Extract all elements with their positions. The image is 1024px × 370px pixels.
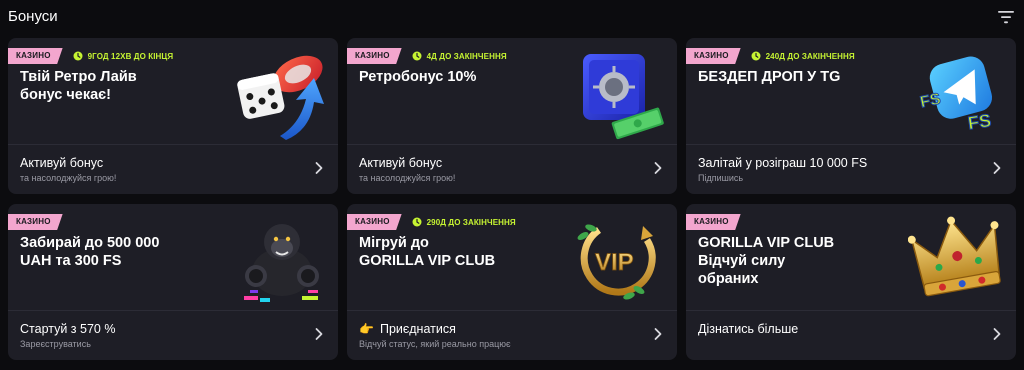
timer: 9ГОД 12ХВ ДО КІНЦЯ [73, 51, 174, 61]
title-line: БЕЗДЕП ДРОП У TG [698, 69, 841, 85]
title-line: Мігруй до [359, 235, 429, 251]
bonus-card-tg-drop[interactable]: КАЗИНО 240Д ДО ЗАКІНЧЕННЯ БЕЗДЕП ДРОП У … [686, 38, 1016, 194]
category-badge: КАЗИНО [8, 214, 63, 230]
clock-icon [73, 51, 83, 61]
gorilla-icon [244, 224, 319, 302]
title-line: Забирай до 500 000 [20, 235, 160, 251]
bonus-grid: КАЗИНО 9ГОД 12ХВ ДО КІНЦЯ Твій Ретро Лай… [8, 38, 1016, 360]
action-subtitle: та насолоджуйся грою! [359, 173, 456, 183]
card-header: КАЗИНО GORILLA VIP CLUB Відчуй силу обра… [686, 204, 1016, 310]
telegram-fs-icon: FS FS [918, 56, 993, 134]
chevron-right-icon[interactable] [653, 327, 663, 341]
chevron-right-icon[interactable] [992, 161, 1002, 175]
category-badge: КАЗИНО [347, 48, 402, 64]
action-label[interactable]: Приєднатися [380, 322, 456, 336]
chevron-right-icon[interactable] [653, 161, 663, 175]
card-footer[interactable]: Стартуй з 570 % Зареєструватись [8, 311, 338, 360]
page-header: Бонуси [0, 0, 1024, 34]
svg-text:FS: FS [967, 110, 993, 133]
card-header: КАЗИНО 4Д ДО ЗАКІНЧЕННЯ Ретробонус 10% [347, 38, 677, 144]
category-badge: КАЗИНО [347, 214, 402, 230]
timer: 4Д ДО ЗАКІНЧЕННЯ [412, 51, 507, 61]
badge-row: КАЗИНО 240Д ДО ЗАКІНЧЕННЯ [686, 48, 855, 64]
badge-row: КАЗИНО [8, 214, 63, 230]
action-label[interactable]: Активуй бонус [359, 156, 442, 170]
title-line: бонус чекає! [20, 87, 112, 103]
dice-and-chip-icon [237, 55, 324, 140]
chevron-right-icon[interactable] [992, 327, 1002, 341]
clock-icon [412, 217, 422, 227]
card-header: КАЗИНО Забирай до 500 000 UAH та 300 FS [8, 204, 338, 310]
badge-row: КАЗИНО 4Д ДО ЗАКІНЧЕННЯ [347, 48, 507, 64]
title-line: Відчуй силу [698, 253, 786, 269]
title-line: GORILLA VIP CLUB [359, 253, 496, 269]
category-badge: КАЗИНО [686, 48, 741, 64]
action-subtitle: Зареєструватись [20, 339, 91, 349]
timer-text: 4Д ДО ЗАКІНЧЕННЯ [426, 51, 507, 61]
title-line: Твій Ретро Лайв [20, 69, 137, 85]
card-header: КАЗИНО 290Д ДО ЗАКІНЧЕННЯ Мігруй до GORI… [347, 204, 677, 310]
category-badge: КАЗИНО [686, 214, 741, 230]
action-label[interactable]: Стартуй з 570 % [20, 322, 115, 336]
action-button[interactable]: 👉 Приєднатися [359, 322, 456, 336]
action-subtitle: та насолоджуйся грою! [20, 173, 117, 183]
card-footer[interactable]: Дізнатись більше [686, 311, 1016, 360]
filter-icon[interactable] [996, 8, 1016, 26]
card-header: КАЗИНО 240Д ДО ЗАКІНЧЕННЯ БЕЗДЕП ДРОП У … [686, 38, 1016, 144]
card-title: Ретробонус 10% [359, 68, 559, 86]
chevron-right-icon[interactable] [314, 161, 324, 175]
vip-laurel-icon: VIP [577, 224, 656, 300]
clock-icon [412, 51, 422, 61]
action-subtitle: Підпишись [698, 173, 744, 183]
timer: 240Д ДО ЗАКІНЧЕННЯ [751, 51, 855, 61]
badge-row: КАЗИНО [686, 214, 741, 230]
action-label[interactable]: Дізнатись більше [698, 322, 798, 336]
card-title: GORILLA VIP CLUB Відчуй силу обраних [698, 234, 898, 288]
card-footer[interactable]: Активуй бонус та насолоджуйся грою! [8, 145, 338, 194]
card-header: КАЗИНО 9ГОД 12ХВ ДО КІНЦЯ Твій Ретро Лай… [8, 38, 338, 144]
card-footer[interactable]: 👉 Приєднатися Відчуй статус, який реальн… [347, 311, 677, 360]
svg-text:VIP: VIP [595, 249, 634, 276]
card-title: Твій Ретро Лайв бонус чекає! [20, 68, 220, 104]
bonus-card-retro-live[interactable]: КАЗИНО 9ГОД 12ХВ ДО КІНЦЯ Твій Ретро Лай… [8, 38, 338, 194]
title-line: GORILLA VIP CLUB [698, 235, 835, 251]
bonus-card-vip-club[interactable]: КАЗИНО GORILLA VIP CLUB Відчуй силу обра… [686, 204, 1016, 360]
crown-icon [908, 216, 1001, 297]
safe-and-cash-icon [583, 54, 664, 140]
timer: 290Д ДО ЗАКІНЧЕННЯ [412, 217, 516, 227]
card-footer[interactable]: Активуй бонус та насолоджуйся грою! [347, 145, 677, 194]
title-line: Ретробонус 10% [359, 69, 477, 85]
timer-text: 9ГОД 12ХВ ДО КІНЦЯ [87, 51, 174, 61]
timer-text: 240Д ДО ЗАКІНЧЕННЯ [765, 51, 855, 61]
timer-text: 290Д ДО ЗАКІНЧЕННЯ [426, 217, 516, 227]
bonus-card-retrobonus[interactable]: КАЗИНО 4Д ДО ЗАКІНЧЕННЯ Ретробонус 10% А… [347, 38, 677, 194]
category-badge: КАЗИНО [8, 48, 63, 64]
action-label[interactable]: Залітай у розіграш 10 000 FS [698, 156, 867, 170]
badge-row: КАЗИНО 9ГОД 12ХВ ДО КІНЦЯ [8, 48, 173, 64]
badge-row: КАЗИНО 290Д ДО ЗАКІНЧЕННЯ [347, 214, 516, 230]
page-title: Бонуси [8, 8, 58, 25]
card-title: Мігруй до GORILLA VIP CLUB [359, 234, 559, 270]
card-title: Забирай до 500 000 UAH та 300 FS [20, 234, 220, 270]
card-footer[interactable]: Залітай у розіграш 10 000 FS Підпишись [686, 145, 1016, 194]
action-label[interactable]: Активуй бонус [20, 156, 103, 170]
clock-icon [751, 51, 761, 61]
bonus-card-welcome[interactable]: КАЗИНО Забирай до 500 000 UAH та 300 FS [8, 204, 338, 360]
card-title: БЕЗДЕП ДРОП У TG [698, 68, 898, 86]
chevron-right-icon[interactable] [314, 327, 324, 341]
action-subtitle: Відчуй статус, який реально працює [359, 339, 511, 349]
title-line: UAH та 300 FS [20, 253, 122, 269]
bonus-card-vip-migrate[interactable]: КАЗИНО 290Д ДО ЗАКІНЧЕННЯ Мігруй до GORI… [347, 204, 677, 360]
title-line: обраних [698, 271, 759, 287]
pointing-hand-icon: 👉 [359, 322, 374, 336]
